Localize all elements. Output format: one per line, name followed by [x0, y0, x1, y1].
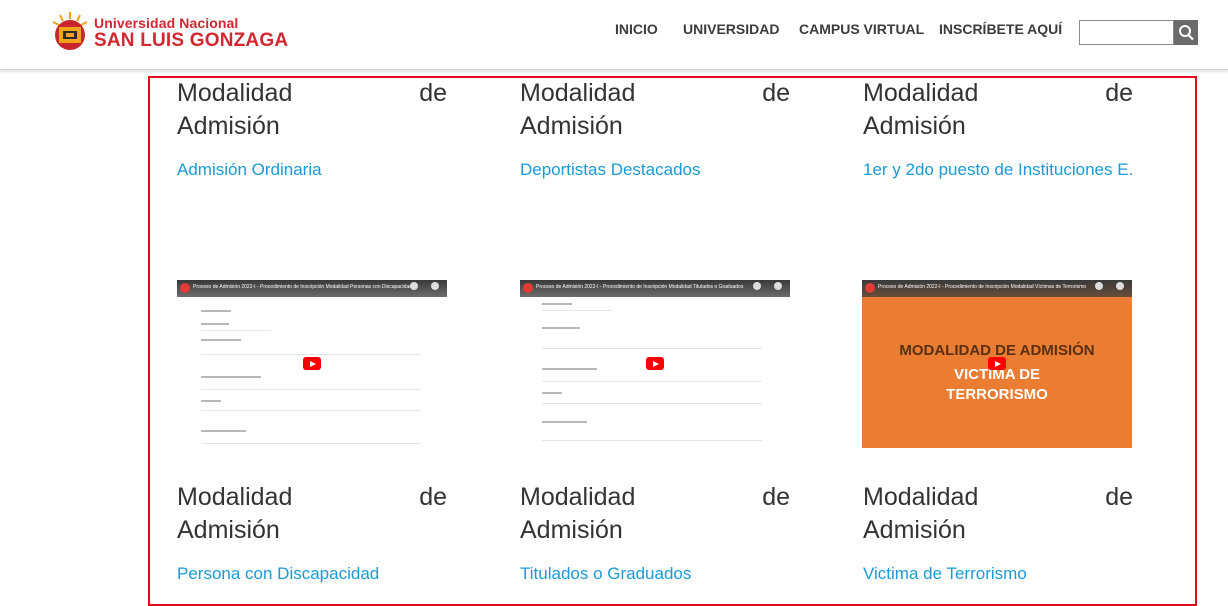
video-title-bar: Proceso de Admisión 2022-I - Procedimien… [520, 280, 790, 297]
watch-later-icon[interactable] [1095, 282, 1103, 290]
search-button[interactable] [1174, 20, 1198, 45]
link-titulados-graduados[interactable]: Titulados o Graduados [520, 562, 795, 585]
link-deportistas-destacados[interactable]: Deportistas Destacados [520, 158, 795, 181]
card-heading-word: de [419, 79, 447, 107]
video-title: Proceso de Admisión 2022-I - Procedimien… [536, 284, 744, 290]
card-heading-word: Modalidad [863, 483, 979, 511]
form-label [201, 339, 241, 341]
form-field [201, 354, 421, 355]
site-header: Universidad Nacional SAN LUIS GONZAGA IN… [0, 0, 1228, 70]
form-label [542, 327, 580, 329]
channel-avatar [180, 283, 190, 293]
link-victima-terrorismo[interactable]: Victima de Terrorismo [863, 562, 1138, 585]
card-heading-word: Admisión [177, 112, 280, 140]
channel-avatar [865, 283, 875, 293]
form-field [542, 310, 612, 311]
search-form [1079, 20, 1199, 45]
video-thumbnail-titulados[interactable]: Proceso de Admisión 2022-I - Procedimien… [520, 280, 790, 448]
card-heading-word: Modalidad [863, 79, 979, 107]
nav-item-inicio[interactable]: INICIO [615, 21, 658, 37]
card-heading-word: de [762, 483, 790, 511]
search-input[interactable] [1079, 20, 1174, 45]
link-instituciones-educativas[interactable]: 1er y 2do puesto de Instituciones E. [863, 158, 1135, 181]
form-label [542, 368, 597, 370]
card-heading-word: Modalidad [520, 483, 636, 511]
form-label [201, 430, 246, 432]
channel-avatar [523, 283, 533, 293]
card-heading-word: Admisión [863, 112, 966, 140]
video-title: Proceso de Admisión 2022-I - Procedimien… [878, 284, 1087, 290]
form-field [201, 410, 421, 411]
nav-item-campus-virtual[interactable]: CAMPUS VIRTUAL [799, 21, 924, 37]
card-heading-word: de [1105, 79, 1133, 107]
university-seal-icon [52, 12, 88, 50]
card-heading-word: de [419, 483, 447, 511]
form-label [201, 323, 229, 325]
form-field [542, 348, 762, 349]
video-title-bar: Proceso de Admisión 2022-I - Procedimien… [862, 280, 1132, 297]
play-button[interactable] [646, 357, 664, 370]
card-heading-word: Admisión [863, 516, 966, 544]
watch-later-icon[interactable] [753, 282, 761, 290]
card-heading-word: de [762, 79, 790, 107]
card-heading-word: Admisión [177, 516, 280, 544]
video-thumbnail-terrorismo[interactable]: Proceso de Admisión 2022-I - Procedimien… [862, 280, 1132, 448]
form-field [201, 389, 421, 390]
form-field [201, 330, 271, 331]
thumbnail-text: TERRORISMO [946, 386, 1048, 403]
form-label [542, 392, 562, 394]
card-heading-word: de [1105, 483, 1133, 511]
form-field [542, 381, 762, 382]
video-title: Proceso de Admisión 2022-I - Procedimien… [193, 284, 413, 290]
watch-later-icon[interactable] [410, 282, 418, 290]
video-thumbnail-discapacidad[interactable]: Proceso de Admisión 2022-I - Procedimien… [177, 280, 447, 448]
card-heading-word: Modalidad [177, 79, 293, 107]
card-heading-word: Modalidad [520, 79, 636, 107]
form-label [542, 303, 572, 305]
logo-university-line: Universidad Nacional [94, 15, 239, 31]
link-admision-ordinaria[interactable]: Admisión Ordinaria [177, 158, 452, 181]
form-field [542, 440, 762, 441]
nav-item-inscribete[interactable]: INSCRÍBETE AQUÍ [939, 21, 1062, 37]
video-title-bar: Proceso de Admisión 2022-I - Procedimien… [177, 280, 447, 297]
form-label [201, 310, 231, 312]
logo-name-line: SAN LUIS GONZAGA [94, 30, 289, 51]
form-label [201, 376, 261, 378]
university-logo[interactable]: Universidad Nacional SAN LUIS GONZAGA [50, 10, 288, 56]
form-label [542, 421, 587, 423]
share-icon[interactable] [774, 282, 782, 290]
share-icon[interactable] [431, 282, 439, 290]
card-heading-word: Admisión [520, 112, 623, 140]
search-icon [1179, 25, 1194, 41]
form-label [201, 400, 221, 402]
form-field [542, 403, 762, 404]
nav-item-universidad[interactable]: UNIVERSIDAD [683, 21, 779, 37]
play-button[interactable] [988, 357, 1006, 370]
card-heading-word: Admisión [520, 516, 623, 544]
link-persona-discapacidad[interactable]: Persona con Discapacidad [177, 562, 452, 585]
form-field [201, 443, 421, 444]
share-icon[interactable] [1116, 282, 1124, 290]
play-button[interactable] [303, 357, 321, 370]
card-heading-word: Modalidad [177, 483, 293, 511]
